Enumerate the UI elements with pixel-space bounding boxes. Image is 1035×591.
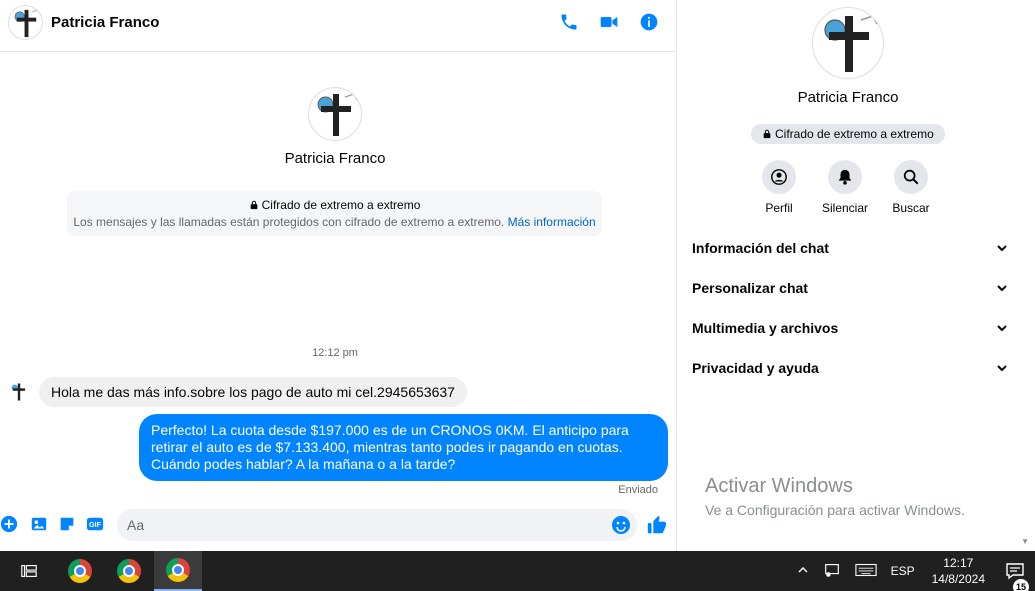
more-info-link[interactable]: Más información: [508, 215, 596, 229]
keyboard-icon[interactable]: [848, 563, 884, 580]
incoming-message[interactable]: Hola me das más info.sobre los pago de a…: [39, 377, 467, 407]
encryption-notice: Cifrado de extremo a extremo Los mensaje…: [67, 191, 602, 236]
notification-center[interactable]: 15: [995, 561, 1035, 591]
chevron-down-icon: [997, 285, 1007, 292]
intro-avatar: [308, 87, 362, 141]
mute-action[interactable]: Silenciar: [822, 160, 868, 215]
chrome-app-3[interactable]: [154, 551, 202, 591]
task-view-button[interactable]: [5, 551, 53, 591]
contact-avatar[interactable]: [8, 5, 43, 40]
info-avatar[interactable]: [812, 7, 884, 79]
image-icon[interactable]: [30, 515, 48, 533]
chevron-down-icon: [997, 365, 1007, 372]
intro-contact-name: Patricia Franco: [284, 150, 386, 167]
chrome-icon: [117, 559, 141, 583]
notification-icon: [1006, 563, 1024, 580]
chat-pane: Patricia Franco Patricia Franco Cifrado …: [0, 0, 677, 551]
section-customize-chat[interactable]: Personalizar chat: [692, 268, 1008, 308]
info-actions: Perfil Silenciar Buscar: [756, 160, 934, 215]
windows-taskbar: ESP 12:17 14/8/2024 15: [0, 551, 1035, 591]
language-indicator[interactable]: ESP: [884, 564, 922, 578]
message-timestamp: 12:12 pm: [312, 347, 358, 359]
video-camera-icon[interactable]: [599, 12, 619, 32]
encryption-description: Los mensajes y las llamadas están proteg…: [73, 215, 596, 229]
sent-status: Enviado: [618, 484, 658, 496]
sticker-icon[interactable]: [58, 515, 76, 533]
system-tray: ESP 12:17 14/8/2024 15: [790, 551, 1035, 591]
info-icon[interactable]: [639, 12, 659, 32]
profile-icon: [771, 169, 787, 185]
task-view-icon: [21, 565, 37, 577]
chevron-up-icon[interactable]: [790, 564, 816, 579]
info-sections: Información del chat Personalizar chat M…: [692, 228, 1008, 388]
chrome-icon: [68, 559, 92, 583]
chrome-icon: [166, 558, 190, 582]
message-composer: GIF: [0, 506, 677, 542]
svg-text:GIF: GIF: [89, 520, 102, 529]
lock-icon: [250, 200, 257, 210]
gif-icon[interactable]: GIF: [86, 515, 104, 533]
plus-circle-icon[interactable]: [0, 515, 18, 533]
search-icon: [903, 169, 919, 185]
chat-header: Patricia Franco: [0, 0, 677, 52]
activate-windows-watermark: Activar Windows Ve a Configuración para …: [705, 475, 965, 518]
thumbs-up-icon[interactable]: [646, 514, 668, 536]
section-privacy-help[interactable]: Privacidad y ayuda: [692, 348, 1008, 388]
encryption-badge[interactable]: Cifrado de extremo a extremo: [751, 124, 945, 144]
section-chat-info[interactable]: Información del chat: [692, 228, 1008, 268]
section-media-files[interactable]: Multimedia y archivos: [692, 308, 1008, 348]
chat-info-pane: Patricia Franco Cifrado de extremo a ext…: [678, 0, 1035, 551]
chevron-down-icon: [997, 245, 1007, 252]
message-input[interactable]: [117, 509, 637, 541]
header-actions: [559, 12, 659, 32]
encryption-title: Cifrado de extremo a extremo: [67, 198, 602, 212]
phone-icon[interactable]: [559, 12, 579, 32]
search-action[interactable]: Buscar: [888, 160, 934, 215]
sender-avatar: [8, 381, 30, 403]
info-contact-name: Patricia Franco: [797, 89, 899, 106]
emoji-icon[interactable]: [611, 515, 631, 535]
network-icon[interactable]: [816, 561, 848, 582]
profile-action[interactable]: Perfil: [756, 160, 802, 215]
chrome-app-2[interactable]: [105, 551, 153, 591]
contact-name[interactable]: Patricia Franco: [51, 14, 159, 31]
clock[interactable]: 12:17 14/8/2024: [922, 555, 995, 587]
chevron-down-icon: [997, 325, 1007, 332]
notification-count: 15: [1013, 579, 1029, 591]
lock-icon: [763, 129, 771, 139]
bell-icon: [838, 169, 852, 185]
outgoing-message[interactable]: Perfecto! La cuota desde $197.000 es de …: [139, 414, 668, 481]
scroll-down-arrow[interactable]: ▼: [1021, 537, 1029, 546]
chrome-app-1[interactable]: [56, 551, 104, 591]
